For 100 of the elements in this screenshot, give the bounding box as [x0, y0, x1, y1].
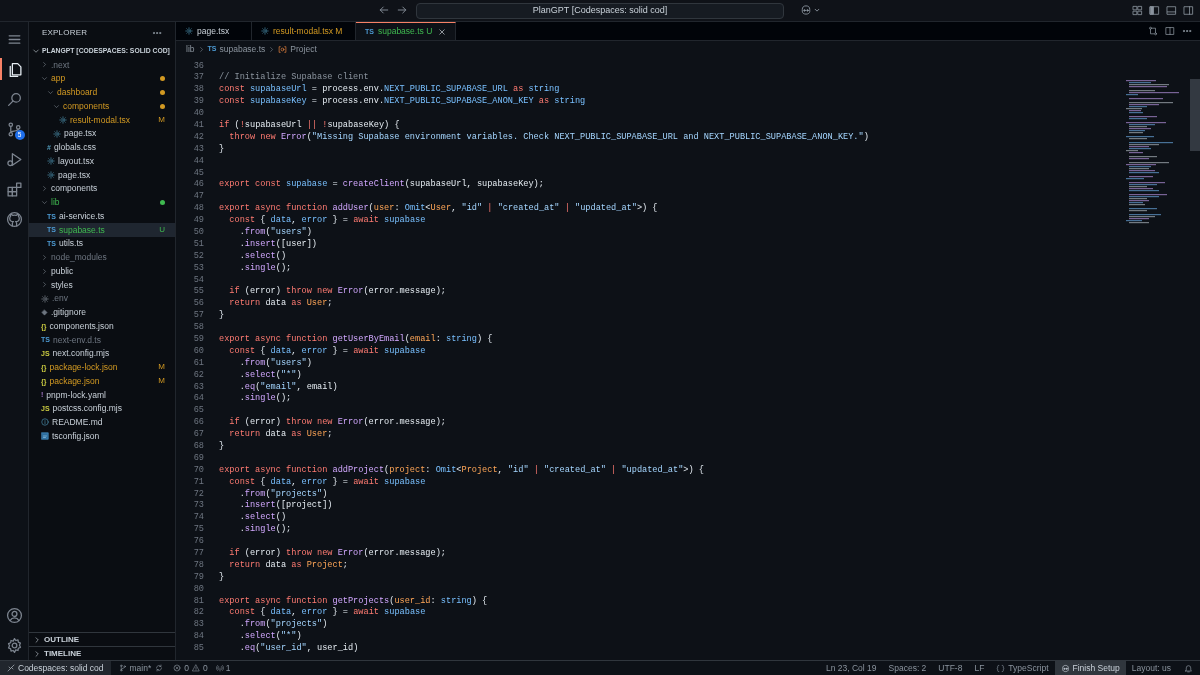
tree-item[interactable]: components [29, 181, 175, 196]
line-number: 52 [192, 249, 204, 263]
tree-item[interactable]: app [29, 71, 175, 86]
search-icon[interactable] [5, 90, 23, 108]
line-number: 50 [192, 225, 204, 239]
panel-toggle-icon[interactable] [1166, 5, 1177, 16]
gear-icon [59, 115, 67, 124]
line-number: 54 [192, 273, 204, 287]
line-number: 81 [192, 594, 204, 608]
line-number: 37 [192, 71, 204, 85]
status-item[interactable]: Layout: us [1125, 661, 1177, 675]
code-line: .from("users") [238, 356, 312, 370]
line-number: 44 [192, 154, 204, 168]
line-number: 76 [192, 535, 204, 548]
code-line: const supabaseUrl = process.env.NEXT_PUBLIC_SUPABASE_URL as string [219, 83, 560, 96]
code-line: .select() [238, 511, 287, 524]
code-line: .from("users") [238, 225, 312, 239]
code-line: .eq("email", email) [238, 380, 338, 393]
code-line: const supabaseKey = process.env.NEXT_PUBLIC_SUPABASE_ANON_KEY as string [219, 95, 586, 109]
line-number: 51 [192, 237, 204, 251]
branch-indicator[interactable]: main* [118, 661, 152, 675]
line-number: 61 [192, 356, 204, 370]
tree-item[interactable]: page.tsx [29, 126, 175, 141]
code-line: throw new Error("Missing Supabase environment variables. Check NEXT_PUBLIC_SUPABASE_URL and NEXT_PUBLIC_SUPABASE_ANON_KEY.") [228, 130, 869, 144]
status-item[interactable]: Spaces: 2 [882, 661, 933, 675]
bell-icon[interactable] [1184, 663, 1193, 673]
status-item[interactable]: TypeScript [990, 661, 1055, 675]
line-number: 64 [192, 392, 204, 406]
line-number: 74 [192, 511, 204, 525]
line-number: 73 [192, 499, 204, 513]
code-line: const { data, error } = await supabase [228, 475, 426, 489]
tree-item[interactable]: styles [29, 278, 175, 292]
line-number: 75 [192, 523, 204, 537]
layout-icon[interactable] [1132, 5, 1143, 16]
code-line: // Initialize Supabase client [219, 71, 369, 84]
section-header[interactable]: OUTLINE [29, 632, 175, 646]
status-item[interactable]: Ln 23, Col 19 [819, 661, 883, 675]
tree-item[interactable]: .env [29, 291, 175, 306]
forward-arrow-icon[interactable] [396, 4, 408, 16]
settings-icon[interactable] [5, 636, 23, 654]
status-item[interactable]: LF [968, 661, 991, 675]
github-icon[interactable] [5, 210, 23, 228]
tree-item[interactable]: README.md [29, 415, 175, 430]
extensions-icon[interactable] [5, 180, 23, 198]
tree-item[interactable]: node_modules [29, 250, 175, 265]
line-number: 70 [192, 463, 204, 477]
problems-indicator[interactable]: 0 0 [173, 661, 208, 675]
breadcrumb-item[interactable]: Project [278, 42, 317, 56]
code-line: .select("*") [238, 368, 302, 382]
code-line: .insert([project]) [238, 499, 333, 512]
run-debug-icon[interactable] [5, 150, 23, 168]
remote-indicator[interactable]: Codespaces: solid cod [0, 661, 111, 675]
status-item[interactable]: Finish Setup [1054, 661, 1126, 675]
code-line: return data as User; [228, 297, 333, 311]
code-line: if (error) throw new Error(error.message); [228, 285, 446, 298]
close-icon[interactable] [438, 27, 447, 36]
copilot-icon[interactable] [800, 4, 812, 16]
line-number: 77 [192, 547, 204, 560]
sync-icon[interactable] [155, 664, 164, 672]
line-number: 63 [192, 380, 204, 394]
code-line: return data as Project; [228, 558, 348, 572]
line-number: 65 [192, 404, 204, 418]
line-number: 66 [192, 416, 204, 430]
line-number: 60 [192, 344, 204, 358]
warning-icon [192, 664, 200, 672]
code-line: export async function addUser(user: Omit<User, "id" | "created_at" | "updated_at">) { [219, 202, 658, 215]
tree-item[interactable]: page.tsx [29, 168, 175, 182]
line-number: 42 [192, 130, 204, 144]
tree-item[interactable]: lib [29, 195, 175, 210]
tree-item[interactable]: components [29, 99, 175, 113]
code-line: .select() [238, 249, 287, 263]
braces-icon [996, 663, 1006, 673]
breadcrumb-item[interactable]: lib [186, 42, 195, 56]
branch-icon [118, 664, 127, 672]
tree-item[interactable]: dashboard [29, 85, 175, 100]
ports-indicator[interactable]: 1 [215, 661, 231, 675]
tree-item[interactable]: tsconfig.json [29, 429, 175, 443]
secondary-sidebar-icon[interactable] [1183, 5, 1194, 16]
tree-item[interactable]: public [29, 264, 175, 278]
account-icon[interactable] [5, 606, 23, 624]
back-arrow-icon[interactable] [378, 4, 390, 16]
caret-icon[interactable] [814, 7, 820, 13]
code-line: export const supabase = createClient(supabaseUrl, supabaseKey); [219, 178, 544, 192]
command-center[interactable]: PlanGPT [Codespaces: solid cod] [416, 3, 784, 19]
compare-changes-icon[interactable] [1148, 26, 1158, 36]
tree-item[interactable]: .gitignore [29, 305, 175, 320]
tree-item[interactable]: result-modal.tsx M [29, 113, 175, 127]
line-number: 47 [192, 190, 204, 204]
line-number: 85 [192, 642, 204, 656]
status-item[interactable]: UTF-8 [932, 661, 969, 675]
gear-icon [47, 170, 55, 179]
code-line: export async function addProject(project: Omit<Project, "id" | "created_at" | "updated_at">) { [219, 463, 704, 477]
tree-item[interactable]: .next [29, 58, 175, 72]
code-line: .from("projects") [238, 487, 328, 500]
tree-item[interactable]: layout.tsx [29, 154, 175, 168]
line-number: 78 [192, 558, 204, 572]
split-editor-icon[interactable] [1165, 26, 1175, 36]
code-line: const { data, error } = await supabase [228, 214, 426, 227]
sidebar-toggle-icon[interactable] [1149, 5, 1160, 16]
scrollbar-thumb[interactable] [1190, 79, 1200, 151]
